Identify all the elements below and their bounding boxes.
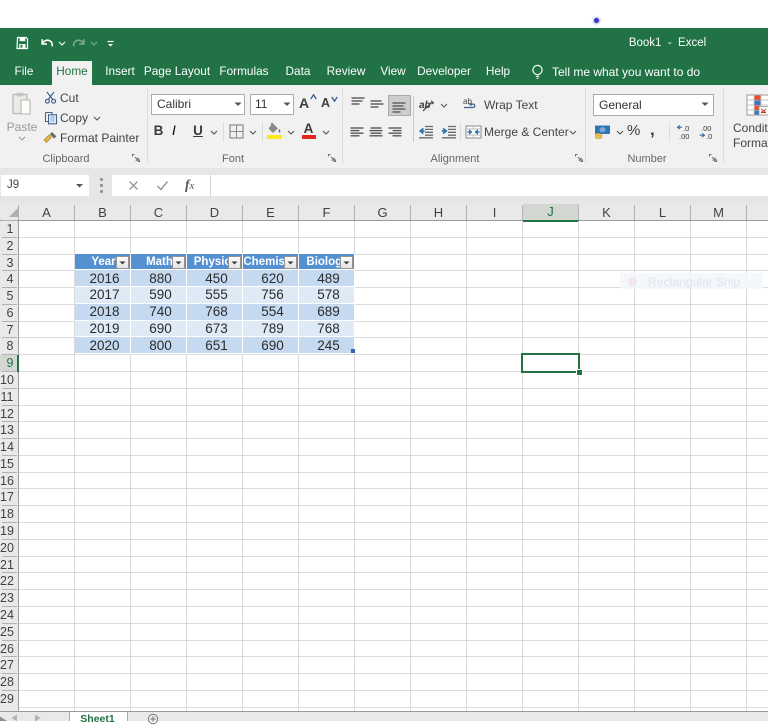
svg-text:.00: .00 <box>679 132 689 140</box>
svg-text:.0: .0 <box>706 132 712 140</box>
